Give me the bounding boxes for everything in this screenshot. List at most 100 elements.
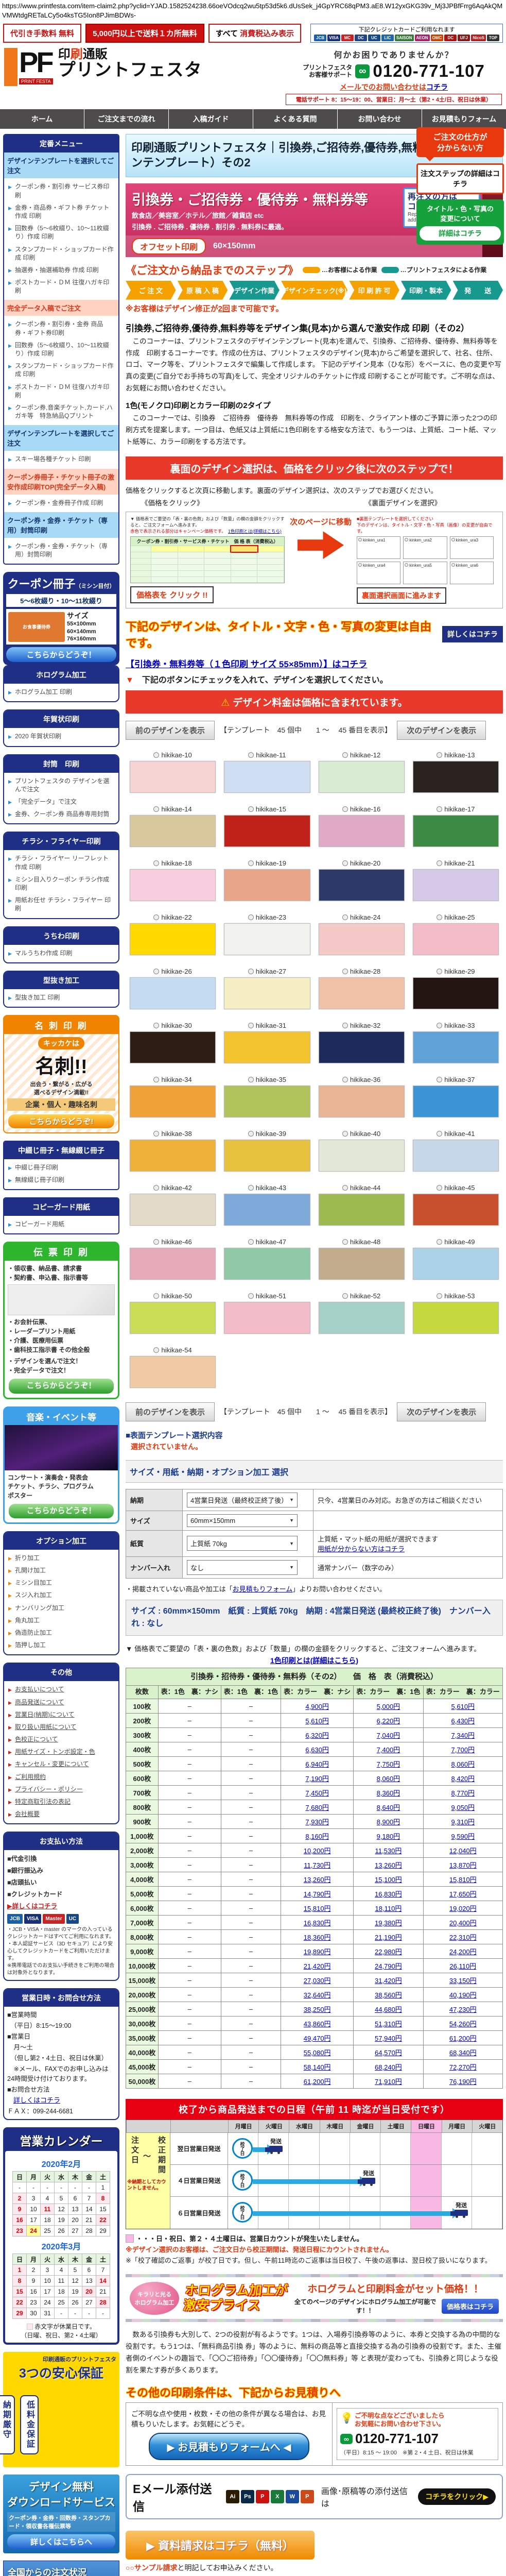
price-cell[interactable]: –	[158, 1800, 221, 1815]
template-tile[interactable]: hikikae-15	[220, 802, 314, 856]
template-radio[interactable]	[248, 914, 254, 920]
price-cell[interactable]: 13,870円	[423, 1858, 502, 1872]
price-cell[interactable]: –	[158, 1714, 221, 1728]
sidebar-item[interactable]: 中綴じ冊子印刷	[7, 1161, 115, 1174]
template-radio[interactable]	[437, 1239, 442, 1245]
sidebar-item[interactable]: ポストカード・ＤＭ 往復ハガキ印刷	[7, 276, 115, 297]
template-radio[interactable]	[248, 752, 254, 758]
estimate-form-button[interactable]: ▶ お見積もりフォームへ ◀	[149, 2433, 309, 2460]
price-cell[interactable]: –	[158, 1829, 221, 1843]
price-cell[interactable]: 6,430円	[423, 1714, 502, 1728]
template-radio[interactable]	[342, 1185, 348, 1191]
template-thumbnail[interactable]	[130, 761, 216, 793]
sidebar-item[interactable]: ナンバリング加工	[7, 1602, 115, 1614]
change-detail-button[interactable]: 詳細はコチラ	[420, 226, 501, 241]
template-thumbnail[interactable]	[130, 869, 216, 901]
price-cell[interactable]: –	[158, 1757, 221, 1771]
template-radio[interactable]	[248, 1077, 254, 1082]
price-cell[interactable]: –	[158, 1988, 221, 2002]
template-thumbnail[interactable]	[319, 869, 405, 901]
sidebar-item[interactable]: 会社概要	[7, 1808, 115, 1820]
sidebar-item[interactable]: 抽選券・抽選補助券 作成 印刷	[7, 264, 115, 276]
price-cell[interactable]: 55,080円	[281, 2045, 354, 2060]
template-thumbnail[interactable]	[413, 977, 499, 1009]
template-tile[interactable]: hikikae-28	[315, 964, 409, 1019]
price-cell[interactable]: 10,200円	[281, 1843, 354, 1858]
template-tile[interactable]: hikikae-17	[409, 802, 503, 856]
price-cell[interactable]: 19,020円	[423, 1901, 502, 1916]
sidebar-item[interactable]: ポストカード・ＤＭ 往復ハガキ印刷	[7, 381, 115, 401]
price-cell[interactable]: –	[158, 1901, 221, 1916]
template-radio[interactable]	[437, 806, 442, 812]
price-cell[interactable]: 33,150円	[423, 1973, 502, 1988]
template-thumbnail[interactable]	[413, 1086, 499, 1117]
template-thumbnail[interactable]	[413, 923, 499, 955]
template-tile[interactable]: hikikae-23	[220, 910, 314, 964]
price-cell[interactable]: 14,790円	[281, 1887, 354, 1901]
template-radio[interactable]	[153, 1077, 159, 1082]
price-cell[interactable]: –	[221, 1771, 281, 1786]
price-cell[interactable]: 8,160円	[281, 1829, 354, 1843]
price-cell[interactable]: 58,140円	[281, 2060, 354, 2074]
price-cell[interactable]: 24,200円	[423, 1944, 502, 1959]
price-cell[interactable]: –	[221, 2016, 281, 2031]
price-cell[interactable]: 8,060円	[354, 1771, 423, 1786]
price-cell[interactable]: 27,030円	[281, 1973, 354, 1988]
radio-icon[interactable]	[358, 538, 362, 541]
next-designs-button[interactable]: 次のデザインを表示	[397, 721, 486, 740]
price-cell[interactable]: –	[221, 2060, 281, 2074]
template-tile[interactable]: hikikae-36	[315, 1073, 409, 1127]
music-button[interactable]: こちらからどうぞ！	[8, 1503, 115, 1519]
price-cell[interactable]: –	[158, 1815, 221, 1829]
template-tile[interactable]: hikikae-40	[315, 1127, 409, 1181]
sidebar-item[interactable]: 角丸加工	[7, 1614, 115, 1626]
template-thumbnail[interactable]	[319, 1086, 405, 1117]
template-tile[interactable]: hikikae-31	[220, 1019, 314, 1073]
price-cell[interactable]: 22,310円	[423, 1930, 502, 1944]
sidebar-item[interactable]: 金券、クーポン券 商品券専用封筒	[7, 808, 115, 820]
price-cell[interactable]: –	[158, 2002, 221, 2016]
back-template-card[interactable]: kinken_ura6	[450, 562, 494, 584]
price-cell[interactable]: 61,200円	[281, 2074, 354, 2089]
coupon-booklet-banner[interactable]: クーポン冊子（ミシン目付） 5～6枚綴り・10～11枚綴り お食事優待券 サイズ…	[3, 572, 119, 665]
meishi-button[interactable]: こちらからどうぞ!	[7, 1113, 115, 1129]
mono-size-link[interactable]: 【引換券・無料券等（１色印刷 サイズ 55×85mm）】はコチラ	[126, 657, 367, 670]
price-cell[interactable]: 47,230円	[423, 2002, 502, 2016]
sidebar-item[interactable]: 用紙お任せ チラシ・フライヤー 印刷	[7, 894, 115, 914]
price-cell[interactable]: 7,930円	[281, 1815, 354, 1829]
template-radio[interactable]	[248, 1239, 254, 1245]
price-cell[interactable]: 7,680円	[281, 1800, 354, 1815]
sidebar-item[interactable]: 偽造防止加工	[7, 1626, 115, 1639]
template-radio[interactable]	[153, 1293, 159, 1299]
price-cell[interactable]: –	[221, 1858, 281, 1872]
template-tile[interactable]: hikikae-26	[126, 964, 220, 1019]
price-cell[interactable]: 21,420円	[281, 1959, 354, 1973]
sidebar-item[interactable]: 金券・商品券・ギフト券 チケット 作成 印刷	[7, 201, 115, 222]
template-tile[interactable]: hikikae-38	[126, 1127, 220, 1181]
template-thumbnail[interactable]	[224, 1194, 310, 1226]
denpyo-button[interactable]: こちらからどうぞ！	[8, 1378, 115, 1395]
payment-detail-link[interactable]: ▶詳しくはコチラ	[7, 1900, 115, 1911]
price-cell[interactable]: 8,360円	[354, 1786, 423, 1800]
hologram-price-button[interactable]: 価格表はコチラ	[442, 2299, 499, 2314]
template-radio[interactable]	[342, 969, 348, 974]
template-thumbnail[interactable]	[224, 1086, 310, 1117]
template-radio[interactable]	[153, 752, 159, 758]
template-tile[interactable]: hikikae-27	[220, 964, 314, 1019]
sidebar-item[interactable]: 色校正について	[7, 1733, 115, 1745]
template-thumbnail[interactable]	[413, 1031, 499, 1063]
back-template-card[interactable]: kinken_ura2	[403, 536, 447, 559]
price-cell[interactable]: 7,040円	[354, 1728, 423, 1742]
template-tile[interactable]: hikikae-47	[220, 1235, 314, 1289]
sidebar-item[interactable]: 取り扱い用紙について	[7, 1721, 115, 1733]
template-radio[interactable]	[437, 860, 442, 866]
price-cell[interactable]: 19,380円	[354, 1916, 423, 1930]
free-design-download-banner[interactable]: デザイン無料 ダウンロードサービス クーポン券・金券・回数券・スタンプカード・領…	[3, 2475, 119, 2553]
template-thumbnail[interactable]	[130, 1086, 216, 1117]
sidebar-item[interactable]: 回数券（5～6枚綴り、10～11枚綴り）作成 印刷	[7, 339, 115, 360]
price-cell[interactable]: 5,610円	[423, 1699, 502, 1714]
price-cell[interactable]: –	[158, 1699, 221, 1714]
price-cell[interactable]: 9,180円	[354, 1829, 423, 1843]
template-radio[interactable]	[342, 1293, 348, 1299]
sidebar-item[interactable]: ご利用規約	[7, 1771, 115, 1783]
